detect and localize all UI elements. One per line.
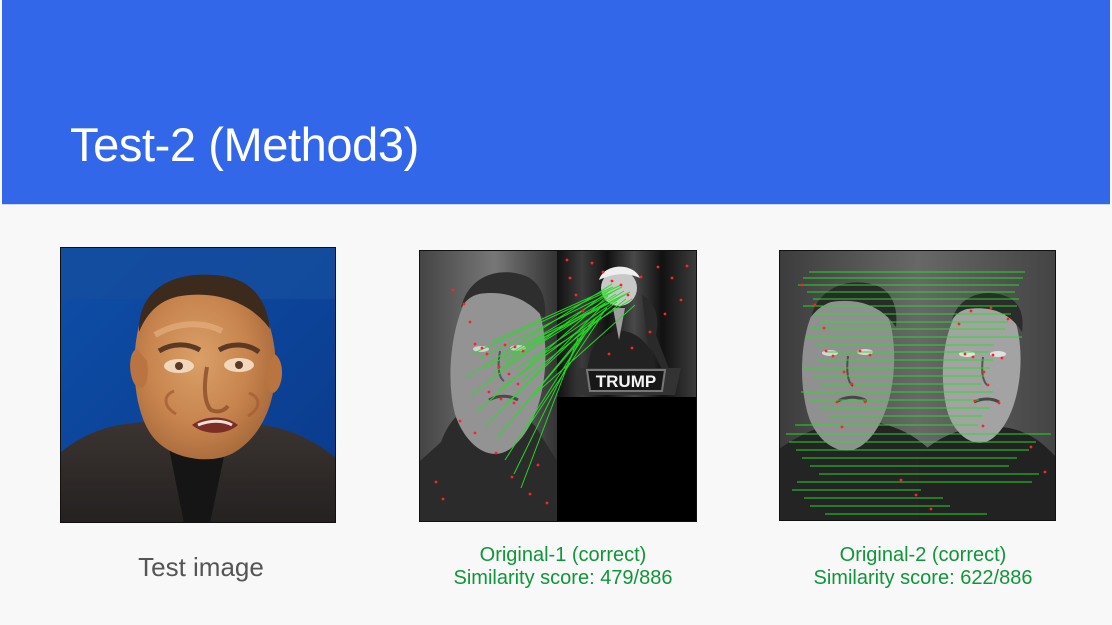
original-1-similarity-score: Similarity score: 479/886: [453, 567, 673, 589]
trump-sign-text: TRUMP: [596, 372, 656, 391]
test-image-portrait: [60, 247, 336, 523]
original-2-caption-title: Original-2 (correct): [839, 544, 1007, 566]
original-2-left-eye-left: [822, 350, 838, 356]
slide-header: Test-2 (Method3): [2, 0, 1110, 205]
original-1-caption-title: Original-1 (correct): [479, 544, 647, 566]
slide: Test-2 (Method3) TRUMP Test image Origin…: [0, 0, 1112, 625]
slide-title: Test-2 (Method3): [70, 118, 419, 171]
original-1-match-image: TRUMP: [419, 250, 697, 522]
original-1-caption: Original-1 (correct) Similarity score: 4…: [420, 544, 706, 590]
original-1-matches: TRUMP: [419, 250, 697, 522]
original-1-black-area: [557, 397, 697, 522]
test-image: [60, 247, 336, 523]
original-2-caption: Original-2 (correct) Similarity score: 6…: [780, 544, 1066, 590]
original-2-matches: [779, 250, 1056, 521]
original-2-match-image: [779, 250, 1056, 521]
left-pupil: [175, 362, 183, 370]
test-image-caption: Test image: [138, 552, 264, 582]
right-pupil: [235, 361, 243, 369]
original-2-similarity-score: Similarity score: 622/886: [813, 567, 1033, 589]
